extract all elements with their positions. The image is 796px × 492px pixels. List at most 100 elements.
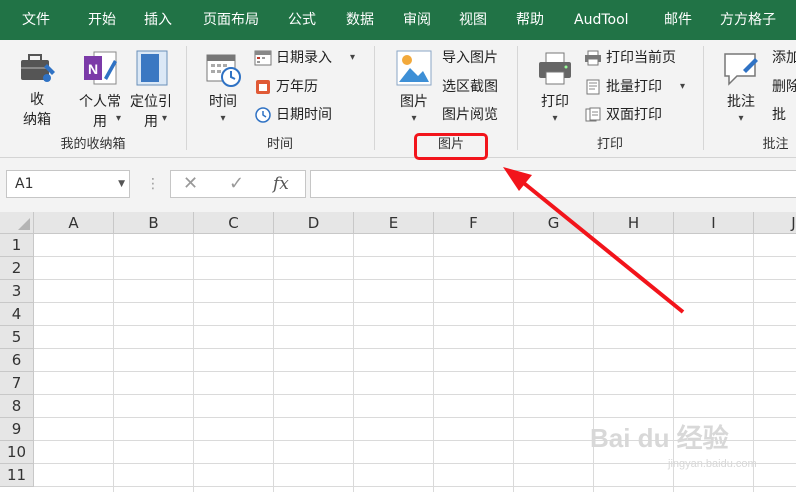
- row-header[interactable]: 2: [0, 257, 34, 280]
- storage-box-label-2: 纳箱: [23, 112, 51, 128]
- insert-function-icon[interactable]: fx: [273, 171, 289, 197]
- cancel-icon[interactable]: ✕: [183, 171, 198, 197]
- comment-more-button[interactable]: 批: [772, 104, 786, 126]
- svg-text:N: N: [88, 61, 98, 77]
- column-header[interactable]: F: [434, 212, 514, 234]
- personal-use-dropdown-icon[interactable]: ▾: [116, 113, 121, 124]
- storage-box-button[interactable]: 收 纳箱: [12, 50, 62, 130]
- perpetual-calendar-button[interactable]: 万年历: [254, 76, 318, 98]
- date-entry-label: 日期录入: [276, 50, 332, 66]
- group-divider: [186, 46, 187, 150]
- image-button[interactable]: 图片 ▾: [392, 48, 436, 126]
- column-header[interactable]: J: [754, 212, 796, 234]
- locate-reference-button[interactable]: 定位引 用: [126, 48, 176, 132]
- column-header[interactable]: H: [594, 212, 674, 234]
- row-header[interactable]: 7: [0, 372, 34, 395]
- formula-bar-grip-icon[interactable]: ⋮: [146, 174, 160, 194]
- calendar-icon: [256, 80, 270, 94]
- name-box-value: A1: [15, 176, 34, 192]
- group-label-print: 打印: [596, 137, 623, 152]
- delete-comment-label: 删除: [772, 79, 796, 95]
- date-entry-button[interactable]: 日期录入: [254, 47, 332, 69]
- row-header[interactable]: 10: [0, 441, 34, 464]
- duplex-print-icon: [585, 107, 601, 122]
- date-entry-dropdown-icon[interactable]: ▾: [350, 52, 355, 63]
- datetime-label: 日期时间: [276, 107, 332, 123]
- row-header[interactable]: 3: [0, 280, 34, 303]
- row-header[interactable]: 1: [0, 234, 34, 257]
- tab-help[interactable]: 帮助: [516, 0, 544, 40]
- select-all-corner[interactable]: [0, 212, 34, 234]
- image-dropdown-icon: ▾: [411, 113, 417, 124]
- toolbox-icon: [21, 54, 55, 82]
- image-button-label: 图片: [400, 94, 428, 110]
- print-button[interactable]: 打印 ▾: [534, 50, 576, 126]
- ribbon-tab-bar: 文件 开始 插入 页面布局 公式 数据 审阅 视图 帮助 AudTool 邮件 …: [0, 0, 796, 40]
- row-header[interactable]: 11: [0, 464, 34, 487]
- batch-print-dropdown-icon[interactable]: ▾: [680, 81, 685, 92]
- group-divider: [703, 46, 704, 150]
- add-comment-label: 添加: [772, 50, 796, 66]
- locate-reference-dropdown-icon[interactable]: ▾: [162, 113, 167, 124]
- clock-icon: [255, 107, 271, 123]
- tab-page-layout[interactable]: 页面布局: [203, 0, 259, 40]
- column-header[interactable]: I: [674, 212, 754, 234]
- add-comment-button[interactable]: 添加: [772, 47, 796, 69]
- calendar-clock-icon: [206, 54, 241, 87]
- group-divider: [517, 46, 518, 150]
- formula-buttons: ✕ ✓ fx: [170, 170, 306, 198]
- column-header[interactable]: B: [114, 212, 194, 234]
- name-box-dropdown-icon[interactable]: ▼: [118, 171, 125, 197]
- picture-icon: [396, 50, 432, 86]
- row-header[interactable]: 4: [0, 303, 34, 326]
- print-dropdown-icon: ▾: [552, 113, 558, 124]
- row-header[interactable]: 6: [0, 349, 34, 372]
- tab-insert[interactable]: 插入: [144, 0, 172, 40]
- time-button[interactable]: 时间 ▾: [200, 50, 246, 126]
- datetime-button[interactable]: 日期时间: [254, 104, 332, 126]
- image-browse-button[interactable]: 图片阅览: [442, 104, 498, 126]
- delete-comment-button[interactable]: 删除: [772, 76, 796, 98]
- batch-print-label: 批量打印: [606, 79, 662, 95]
- group-label-comment: 批注: [762, 137, 789, 152]
- group-label-storage: 我的收纳箱: [60, 137, 126, 152]
- storage-box-label-1: 收: [30, 92, 44, 108]
- duplex-print-label: 双面打印: [606, 107, 662, 123]
- image-browse-label: 图片阅览: [442, 107, 498, 123]
- duplex-print-button[interactable]: 双面打印: [584, 104, 662, 126]
- row-header[interactable]: 8: [0, 395, 34, 418]
- enter-check-icon[interactable]: ✓: [229, 171, 244, 197]
- print-button-label: 打印: [541, 94, 569, 110]
- column-header[interactable]: D: [274, 212, 354, 234]
- tab-file[interactable]: 文件: [22, 0, 50, 40]
- batch-print-icon: [586, 79, 600, 95]
- tab-formulas[interactable]: 公式: [288, 0, 316, 40]
- personal-use-label-1: 个人常: [79, 94, 121, 110]
- tab-fangfang[interactable]: 方方格子: [720, 0, 776, 40]
- tab-view[interactable]: 视图: [459, 0, 487, 40]
- watermark: Bai du 经验: [590, 423, 729, 453]
- print-current-page-button[interactable]: 打印当前页: [584, 47, 676, 69]
- row-header[interactable]: 5: [0, 326, 34, 349]
- import-image-button[interactable]: 导入图片: [442, 47, 498, 69]
- column-header[interactable]: G: [514, 212, 594, 234]
- print-current-page-label: 打印当前页: [606, 50, 676, 66]
- tab-review[interactable]: 审阅: [403, 0, 431, 40]
- column-header[interactable]: C: [194, 212, 274, 234]
- batch-print-button[interactable]: 批量打印: [584, 76, 662, 98]
- row-header[interactable]: 9: [0, 418, 34, 441]
- tab-audtool[interactable]: AudTool: [574, 0, 629, 40]
- printer-icon: [539, 52, 571, 85]
- column-header[interactable]: E: [354, 212, 434, 234]
- name-box[interactable]: A1 ▼: [6, 170, 130, 198]
- selection-screenshot-button[interactable]: 选区截图: [442, 76, 498, 98]
- onenote-icon: N: [84, 51, 117, 85]
- group-divider: [374, 46, 375, 150]
- tab-data[interactable]: 数据: [346, 0, 374, 40]
- comment-button[interactable]: 批注 ▾: [718, 50, 764, 126]
- selection-screenshot-label: 选区截图: [442, 79, 498, 95]
- column-header[interactable]: A: [34, 212, 114, 234]
- tab-mail[interactable]: 邮件: [664, 0, 692, 40]
- formula-input[interactable]: [310, 170, 796, 198]
- tab-home[interactable]: 开始: [88, 0, 116, 40]
